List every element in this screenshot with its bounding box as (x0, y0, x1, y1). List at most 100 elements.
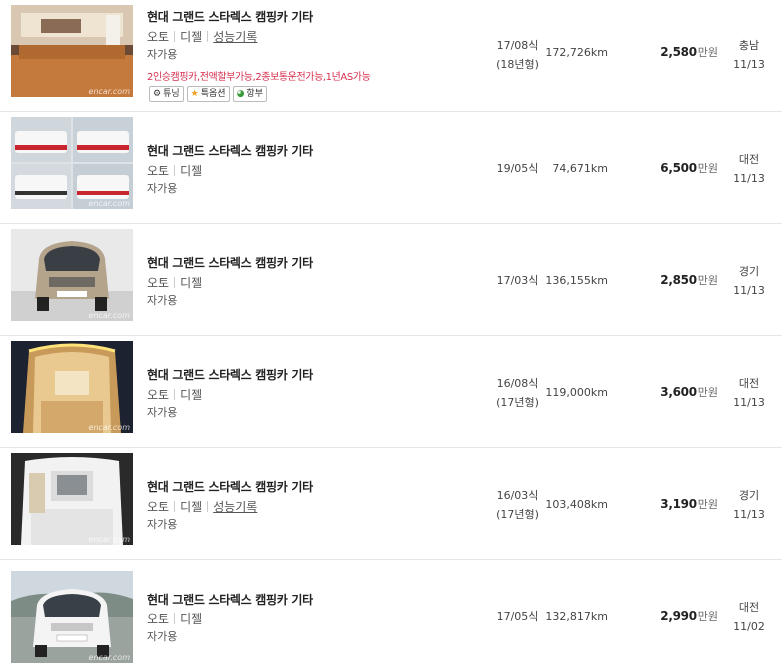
listing-row[interactable]: encar.com 현대 그랜드 스타렉스 캠핑카 기타 오토 디젤 자가용 16… (0, 336, 782, 448)
badge-special-option: ★ 특옵션 (186, 86, 230, 102)
transmission: 오토 (147, 276, 170, 290)
region-block: 충남 11/13 (724, 36, 774, 74)
region: 충남 (738, 39, 760, 52)
listing-title[interactable]: 현대 그랜드 스타렉스 캠핑카 기타 (147, 254, 313, 271)
pie-icon: ◕ (236, 89, 245, 99)
usage-type: 자가용 (147, 294, 178, 307)
mileage: 136,155km (545, 274, 608, 287)
listing-thumbnail[interactable]: encar.com (11, 453, 133, 545)
listing-row[interactable]: encar.com 현대 그랜드 스타렉스 캠핑카 기타 오토 디젤 자가용 19… (0, 112, 782, 224)
usage-type: 자가용 (147, 182, 178, 195)
listing-specs: 오토 디젤 성능기록 (147, 28, 257, 45)
price: 3,190만원 (640, 496, 718, 512)
region: 경기 (738, 265, 760, 278)
price: 2,850만원 (640, 272, 718, 288)
divider (207, 501, 209, 512)
fuel-type: 디젤 (180, 30, 203, 44)
gear-icon: ⚙ (153, 89, 162, 99)
listing-specs: 오토 디젤 성능기록 (147, 498, 257, 515)
listing-thumbnail[interactable]: encar.com (11, 117, 133, 209)
listing-thumbnail[interactable]: encar.com (11, 341, 133, 433)
price: 3,600만원 (640, 384, 718, 400)
price-unit: 만원 (697, 162, 718, 175)
transmission: 오토 (147, 612, 170, 626)
listing-thumbnail[interactable]: encar.com (11, 229, 133, 321)
price-unit: 만원 (697, 610, 718, 623)
listing-title[interactable]: 현대 그랜드 스타렉스 캠핑카 기타 (147, 366, 313, 383)
listing-row[interactable]: encar.com 현대 그랜드 스타렉스 캠핑카 기타 오토 디젤 성능기록 자가… (0, 448, 782, 560)
price-unit: 만원 (697, 46, 718, 59)
listing-title[interactable]: 현대 그랜드 스타렉스 캠핑카 기타 (147, 8, 313, 25)
fuel-type: 디젤 (180, 388, 203, 402)
region: 대전 (738, 153, 760, 166)
listing-row[interactable]: encar.com 현대 그랜드 스타렉스 캠핑카 기타 오토 디젤 자가용 17… (0, 560, 782, 670)
fuel-type: 디젤 (180, 500, 203, 514)
listing-date: 11/13 (733, 172, 765, 185)
transmission: 오토 (147, 500, 170, 514)
price-value: 2,990 (660, 609, 697, 623)
camper-interior-photo (11, 453, 133, 545)
transmission: 오토 (147, 164, 170, 178)
transmission: 오토 (147, 388, 170, 402)
mileage: 172,726km (545, 46, 608, 59)
region: 경기 (738, 489, 760, 502)
listing-title[interactable]: 현대 그랜드 스타렉스 캠핑카 기타 (147, 142, 313, 159)
listing-specs: 오토 디젤 (147, 274, 202, 291)
listing-date: 11/13 (733, 58, 765, 71)
fuel-type: 디젤 (180, 276, 203, 290)
watermark: encar.com (88, 199, 130, 208)
region-block: 경기 11/13 (724, 262, 774, 300)
price: 6,500만원 (640, 160, 718, 176)
listing-date: 11/13 (733, 284, 765, 297)
divider (207, 31, 209, 42)
promo-text: 2인승캠핑카,전액할부가능,2종보통운전가능,1년AS가능 (147, 72, 371, 83)
listing-row[interactable]: encar.com 현대 그랜드 스타렉스 캠핑카 기타 오토 디젤 성능기록 자가… (0, 0, 782, 112)
divider (174, 613, 176, 624)
listing-title[interactable]: 현대 그랜드 스타렉스 캠핑카 기타 (147, 478, 313, 495)
transmission: 오토 (147, 30, 170, 44)
listing-specs: 오토 디젤 (147, 610, 202, 627)
divider (174, 31, 176, 42)
fuel-type: 디젤 (180, 612, 203, 626)
price-value: 2,580 (660, 45, 697, 59)
region: 대전 (738, 377, 760, 390)
badge-group: ⚙ 튜닝 ★ 특옵션 ◕ 항부 (149, 86, 267, 102)
divider (174, 165, 176, 176)
region: 대전 (738, 601, 760, 614)
listing-thumbnail[interactable]: encar.com (11, 571, 133, 663)
listing-row[interactable]: encar.com 현대 그랜드 스타렉스 캠핑카 기타 오토 디젤 자가용 17… (0, 224, 782, 336)
van-front-photo (11, 229, 133, 321)
van-front-photo (11, 571, 133, 663)
mileage: 132,817km (545, 610, 608, 623)
performance-record-link[interactable]: 성능기록 (213, 500, 257, 514)
listing-date: 11/13 (733, 508, 765, 521)
mileage: 103,408km (545, 498, 608, 511)
listing-specs: 오토 디젤 (147, 162, 202, 179)
listing-date: 11/02 (733, 620, 765, 633)
divider (174, 501, 176, 512)
usage-type: 자가용 (147, 518, 178, 531)
price-value: 2,850 (660, 273, 697, 287)
watermark: encar.com (88, 311, 130, 320)
usage-type: 자가용 (147, 406, 178, 419)
usage-type: 자가용 (147, 48, 178, 61)
watermark: encar.com (88, 423, 130, 432)
price-value: 6,500 (660, 161, 697, 175)
star-icon: ★ (190, 89, 199, 99)
badge-nav: ◕ 항부 (232, 86, 267, 102)
mileage: 74,671km (552, 162, 608, 175)
price-value: 3,600 (660, 385, 697, 399)
performance-record-link[interactable]: 성능기록 (213, 30, 257, 44)
region-block: 경기 11/13 (724, 486, 774, 524)
price-unit: 만원 (697, 274, 718, 287)
listing-title[interactable]: 현대 그랜드 스타렉스 캠핑카 기타 (147, 591, 313, 608)
price-value: 3,190 (660, 497, 697, 511)
mileage: 119,000km (545, 386, 608, 399)
region-block: 대전 11/13 (724, 150, 774, 188)
listing-list: encar.com 현대 그랜드 스타렉스 캠핑카 기타 오토 디젤 성능기록 자가… (0, 0, 782, 670)
camper-interior-photo (11, 5, 133, 97)
listing-thumbnail[interactable]: encar.com (11, 5, 133, 97)
divider (174, 389, 176, 400)
camper-exterior-photo (11, 117, 133, 209)
badge-tuning: ⚙ 튜닝 (149, 86, 184, 102)
